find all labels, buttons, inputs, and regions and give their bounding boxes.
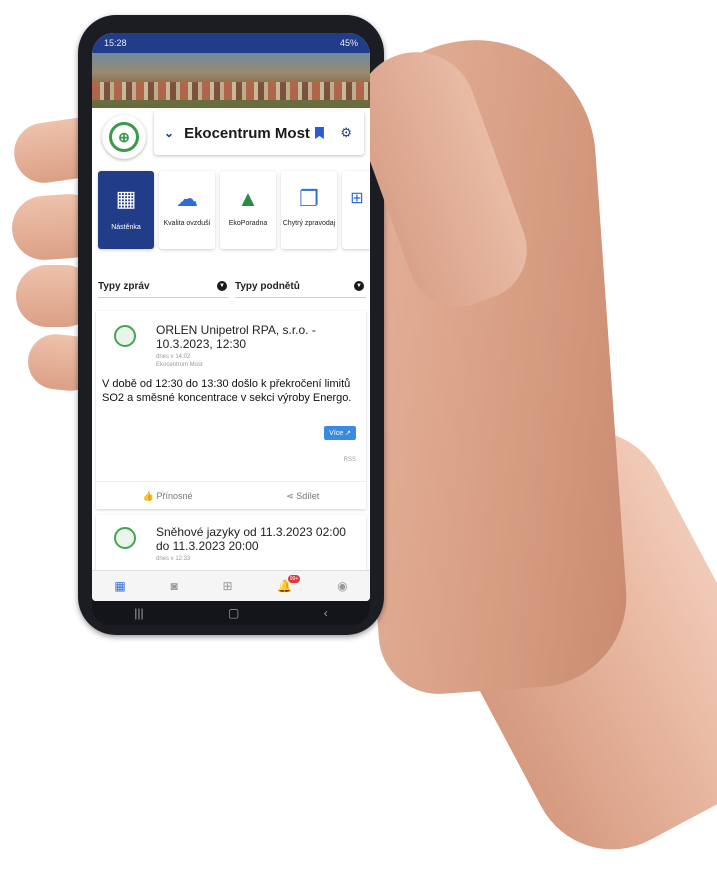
weather-icon: ☁ bbox=[176, 186, 198, 211]
chevron-down-icon: ▼ bbox=[217, 281, 227, 291]
notifications-icon[interactable]: 🔔 99+ bbox=[277, 575, 301, 593]
status-time: 15:28 bbox=[104, 38, 127, 48]
page-title: Ekocentrum Most bbox=[184, 124, 310, 142]
nav-feed-icon[interactable]: ▦ bbox=[114, 579, 125, 593]
tile-label: EkoPoradna bbox=[228, 220, 268, 227]
read-more-button[interactable]: Více ↗ bbox=[324, 426, 356, 440]
chevron-down-icon[interactable]: ⌄ bbox=[164, 126, 174, 140]
gear-icon[interactable]: ⚙ bbox=[340, 125, 352, 141]
chevron-down-icon: ▼ bbox=[354, 281, 364, 291]
share-label: Sdílet bbox=[296, 490, 320, 501]
profile-icon[interactable]: ◉ bbox=[337, 579, 347, 593]
back-icon[interactable]: ‹ bbox=[324, 606, 328, 620]
home-icon[interactable]: ▢ bbox=[228, 606, 239, 620]
filter-typy-podnetu[interactable]: Typy podnětů ▼ bbox=[235, 275, 366, 298]
notification-badge: 99+ bbox=[287, 575, 301, 583]
thumbs-up-icon: 👍 bbox=[142, 490, 154, 501]
tile-kvalita-ovzdusi[interactable]: ☁ Kvalita ovzduší bbox=[159, 171, 215, 249]
post-author: Ekocentrum Most bbox=[156, 362, 203, 368]
post-avatar bbox=[114, 527, 136, 549]
filter-label: Typy podnětů bbox=[235, 280, 300, 292]
tile-chytry-zpravodaj[interactable]: ❐ Chytrý zpravodaj bbox=[281, 171, 337, 249]
post-time: dnes v 12:33 bbox=[156, 556, 191, 562]
share-button[interactable]: ⋖ Sdílet bbox=[286, 491, 319, 502]
post-title: Sněhové jazyky od 11.3.2023 02:00 do 11.… bbox=[156, 525, 346, 553]
post-time: dnes v 14:02 bbox=[156, 354, 191, 360]
android-nav-bar: ||| ▢ ‹ bbox=[92, 601, 370, 625]
filter-typy-zprav[interactable]: Typy zpráv ▼ bbox=[98, 275, 229, 298]
bottom-navigation: ▦ ◙ ⊞ 🔔 99+ ◉ bbox=[92, 570, 370, 601]
post-body: V době od 12:30 do 13:30 došlo k překroč… bbox=[102, 378, 352, 404]
share-icon: ⋖ bbox=[286, 490, 294, 501]
book-icon: ❐ bbox=[299, 186, 319, 211]
phone-screen: 15:28 45% ⌄ Ekocentrum Most ⚙ ⊕ ▦ Nástěn… bbox=[92, 33, 370, 601]
post-avatar bbox=[114, 325, 136, 347]
recents-icon[interactable]: ||| bbox=[134, 606, 143, 620]
filter-bar: Typy zpráv ▼ Typy podnětů ▼ bbox=[98, 275, 366, 298]
eco-logo-icon: ⊕ bbox=[109, 122, 139, 152]
post-actions: 👍 Přínosné ⋖ Sdílet bbox=[96, 481, 366, 510]
tile-more[interactable]: ⊞ bbox=[342, 171, 370, 249]
header-banner-image bbox=[92, 53, 370, 108]
like-label: Přínosné bbox=[156, 490, 193, 501]
like-button[interactable]: 👍 Přínosné bbox=[143, 491, 193, 502]
tile-nastenka[interactable]: ▦ Nástěnka bbox=[98, 171, 154, 249]
avatar[interactable]: ⊕ bbox=[102, 115, 146, 159]
apps-grid-icon[interactable]: ⊞ bbox=[223, 579, 233, 593]
tile-label: Kvalita ovzduší bbox=[163, 220, 211, 227]
tile-label: Chytrý zpravodaj bbox=[282, 220, 336, 227]
post-title: ORLEN Unipetrol RPA, s.r.o. - 10.3.2023,… bbox=[156, 323, 316, 351]
post-source: RSS bbox=[343, 457, 356, 463]
grid-icon: ⊞ bbox=[350, 190, 364, 207]
feature-tiles: ▦ Nástěnka ☁ Kvalita ovzduší ▲ EkoPoradn… bbox=[98, 171, 370, 249]
trees-icon: ▲ bbox=[237, 186, 259, 211]
feed-post: ORLEN Unipetrol RPA, s.r.o. - 10.3.2023,… bbox=[96, 311, 366, 509]
post-meta: dnes v 14:02 Ekocentrum Most bbox=[156, 353, 203, 369]
battery-level: 45% bbox=[339, 38, 358, 48]
status-bar: 15:28 45% bbox=[92, 33, 370, 53]
dashboard-icon: ▦ bbox=[115, 186, 137, 211]
filter-label: Typy zpráv bbox=[98, 280, 150, 292]
tile-label: Nástěnka bbox=[111, 224, 141, 231]
app-header[interactable]: ⌄ Ekocentrum Most ⚙ bbox=[154, 111, 364, 155]
read-more-label: Více bbox=[329, 430, 344, 437]
bookmark-icon[interactable] bbox=[314, 127, 324, 139]
camera-icon[interactable]: ◙ bbox=[171, 579, 178, 593]
tile-ekoporadna[interactable]: ▲ EkoPoradna bbox=[220, 171, 276, 249]
